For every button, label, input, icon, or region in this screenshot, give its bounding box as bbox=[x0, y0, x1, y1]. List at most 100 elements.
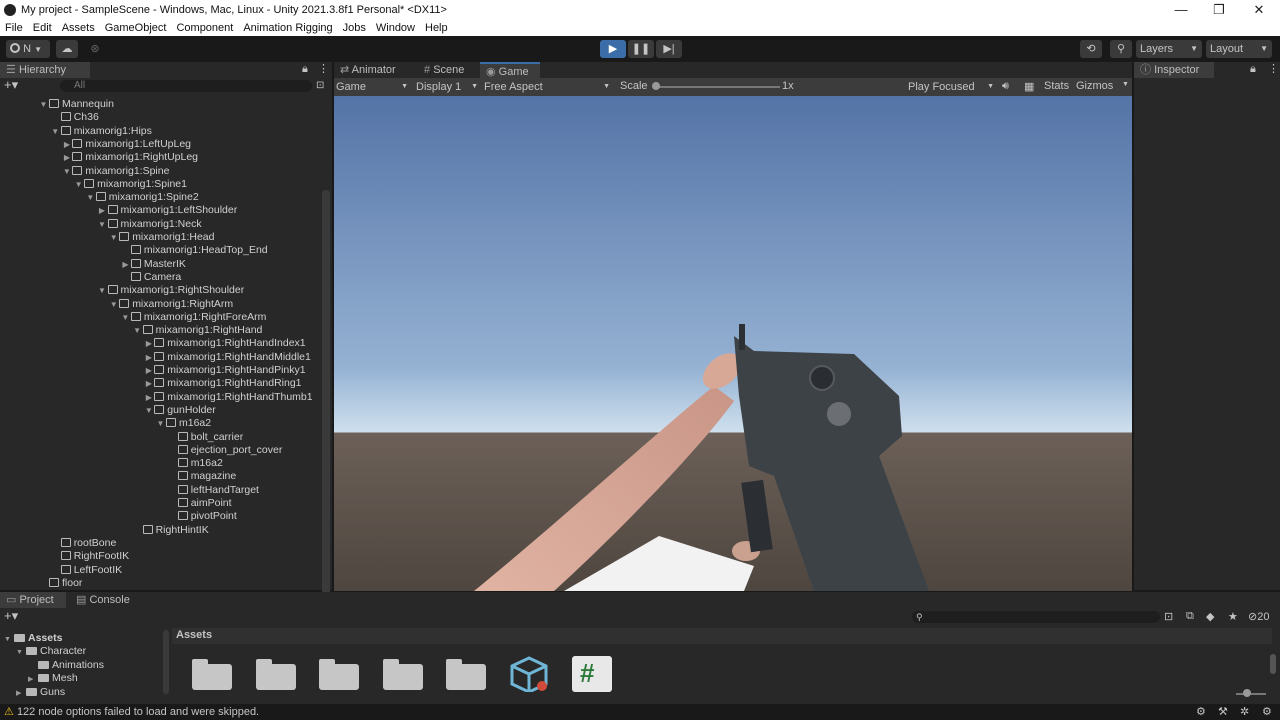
hierarchy-item[interactable]: ▼ mixamorig1:Spine1 bbox=[73, 178, 187, 191]
breadcrumb[interactable]: Assets bbox=[176, 629, 212, 641]
project-tree-item[interactable]: ▼ Character bbox=[16, 645, 86, 658]
pause-button[interactable]: ❚❚ bbox=[628, 40, 654, 58]
collapse-arrow-icon[interactable]: ▶ bbox=[61, 138, 72, 151]
tab-hierarchy[interactable]: ☰ Hierarchy bbox=[0, 62, 90, 78]
hierarchy-item[interactable]: ▼ mixamorig1:Head bbox=[108, 231, 215, 244]
menu-edit[interactable]: Edit bbox=[28, 22, 57, 34]
hierarchy-item[interactable]: RightFootIK bbox=[50, 550, 129, 563]
filter-type-icon[interactable]: ⊡ bbox=[1164, 610, 1173, 623]
hierarchy-search-input[interactable]: All bbox=[60, 80, 312, 92]
hidden-packages-button[interactable]: ⊘20 bbox=[1248, 610, 1269, 623]
menu-file[interactable]: File bbox=[0, 22, 28, 34]
expand-arrow-icon[interactable]: ▼ bbox=[120, 311, 131, 324]
hierarchy-item[interactable]: Camera bbox=[120, 271, 181, 284]
expand-arrow-icon[interactable]: ▼ bbox=[97, 218, 108, 231]
cloud-button[interactable]: ☁ bbox=[56, 40, 78, 58]
tab-console[interactable]: ▤ Console bbox=[70, 592, 140, 608]
icon-size-slider-handle[interactable] bbox=[1243, 689, 1251, 697]
expand-arrow-icon[interactable]: ▼ bbox=[108, 231, 119, 244]
minimize-button[interactable]: — bbox=[1160, 0, 1202, 20]
hierarchy-item[interactable]: bolt_carrier bbox=[167, 431, 243, 444]
project-tree-scrollbar[interactable] bbox=[163, 630, 169, 694]
lock-icon[interactable]: 🔒︎ bbox=[1250, 63, 1256, 76]
stats-button[interactable]: Stats bbox=[1044, 80, 1069, 92]
aspect-dropdown[interactable]: Free Aspect ▼ bbox=[484, 79, 610, 95]
account-dropdown[interactable]: N ▼ bbox=[6, 40, 50, 58]
speaker-icon[interactable]: 🔊︎ bbox=[1002, 80, 1009, 93]
tab-game[interactable]: ◉ Game bbox=[480, 62, 540, 78]
hierarchy-item[interactable]: ▶ mixamorig1:RightHandThumb1 bbox=[143, 391, 313, 404]
asset-folder-icon[interactable] bbox=[256, 659, 296, 690]
project-tree-item[interactable]: ▶ Guns bbox=[16, 686, 65, 699]
play-button[interactable]: ▶ bbox=[600, 40, 626, 58]
hierarchy-item[interactable]: rootBone bbox=[50, 537, 116, 550]
project-tree-item[interactable]: ▼ Assets bbox=[4, 632, 62, 645]
game-mode-dropdown[interactable]: Game ▼ bbox=[336, 79, 410, 95]
more-icon[interactable]: ⋮ bbox=[1268, 62, 1279, 75]
hierarchy-item[interactable]: ▶ MasterIK bbox=[120, 258, 186, 271]
expand-arrow-icon[interactable]: ▼ bbox=[73, 178, 84, 191]
hierarchy-item[interactable]: leftHandTarget bbox=[167, 484, 259, 497]
menu-window[interactable]: Window bbox=[371, 22, 420, 34]
expand-arrow-icon[interactable]: ▼ bbox=[85, 191, 96, 204]
expand-arrow-icon[interactable]: ▼ bbox=[108, 298, 119, 311]
expand-arrow-icon[interactable]: ▼ bbox=[38, 98, 49, 111]
hierarchy-item[interactable]: ▶ mixamorig1:LeftShoulder bbox=[97, 204, 237, 217]
hierarchy-item[interactable]: LeftFootIK bbox=[50, 564, 122, 577]
close-button[interactable]: ✕ bbox=[1238, 0, 1280, 20]
collapse-arrow-icon[interactable]: ▶ bbox=[143, 391, 154, 404]
project-search-input[interactable]: ⚲ bbox=[912, 611, 1160, 623]
expand-arrow-icon[interactable]: ▼ bbox=[16, 646, 26, 659]
search-filter-icon[interactable]: ⊡ bbox=[316, 80, 324, 91]
hierarchy-item[interactable]: pivotPoint bbox=[167, 510, 237, 523]
more-icon[interactable]: ⋮ bbox=[318, 62, 329, 75]
hierarchy-item[interactable]: ▼ mixamorig1:RightShoulder bbox=[97, 284, 244, 297]
hierarchy-item[interactable]: ▼ mixamorig1:Spine bbox=[61, 165, 170, 178]
hierarchy-item[interactable]: floor bbox=[38, 577, 82, 590]
hierarchy-item[interactable]: ▼ mixamorig1:Spine2 bbox=[85, 191, 198, 204]
prefab-asset-icon[interactable] bbox=[510, 656, 548, 694]
csharp-script-icon[interactable]: # bbox=[572, 656, 612, 692]
search-button[interactable]: ⚲ bbox=[1110, 40, 1132, 58]
hierarchy-item[interactable]: magazine bbox=[167, 470, 236, 483]
menu-gameobject[interactable]: GameObject bbox=[100, 22, 172, 34]
expand-arrow-icon[interactable]: ▼ bbox=[97, 284, 108, 297]
maximize-button[interactable]: ❐ bbox=[1198, 0, 1240, 20]
layout-dropdown[interactable]: Layout ▼ bbox=[1206, 40, 1272, 58]
keyboard-icon[interactable]: ▦ bbox=[1024, 80, 1034, 93]
favorite-star-icon[interactable]: ★ bbox=[1228, 610, 1238, 623]
tab-animator[interactable]: ⇄ Animator bbox=[334, 62, 414, 78]
history-button[interactable]: ⟲ bbox=[1080, 40, 1102, 58]
create-button[interactable]: +▾ bbox=[4, 609, 18, 622]
filter-label-icon[interactable]: ⧉ bbox=[1186, 610, 1194, 623]
bug-icon[interactable]: ✲ bbox=[1240, 704, 1249, 720]
expand-arrow-icon[interactable]: ▼ bbox=[50, 125, 61, 138]
tab-scene[interactable]: # Scene bbox=[418, 62, 480, 78]
expand-arrow-icon[interactable]: ▶ bbox=[16, 687, 26, 700]
expand-arrow-icon[interactable]: ▼ bbox=[61, 165, 72, 178]
asset-folder-icon[interactable] bbox=[192, 659, 232, 690]
hierarchy-item[interactable]: mixamorig1:HeadTop_End bbox=[120, 244, 268, 257]
collapse-arrow-icon[interactable]: ▶ bbox=[143, 364, 154, 377]
scale-slider-handle[interactable] bbox=[652, 82, 660, 90]
hierarchy-item[interactable]: ▶ mixamorig1:RightHandIndex1 bbox=[143, 337, 306, 350]
hierarchy-item[interactable]: ▼ Mannequin bbox=[38, 98, 114, 111]
icon-size-slider[interactable] bbox=[1236, 693, 1266, 695]
menu-jobs[interactable]: Jobs bbox=[338, 22, 371, 34]
tab-inspector[interactable]: ⓘ Inspector bbox=[1134, 62, 1214, 78]
asset-folder-icon[interactable] bbox=[319, 659, 359, 690]
hierarchy-item[interactable]: ejection_port_cover bbox=[167, 444, 282, 457]
collab-button[interactable]: ⊛ bbox=[84, 40, 106, 58]
menu-component[interactable]: Component bbox=[171, 22, 238, 34]
expand-arrow-icon[interactable]: ▼ bbox=[155, 417, 166, 430]
menu-animation-rigging[interactable]: Animation Rigging bbox=[238, 22, 337, 34]
debug-icon[interactable]: ⚒ bbox=[1218, 704, 1228, 720]
hierarchy-item[interactable]: ▶ mixamorig1:LeftUpLeg bbox=[61, 138, 191, 151]
project-tree-item[interactable]: ▶ Mesh bbox=[28, 672, 78, 685]
asset-folder-icon[interactable] bbox=[383, 659, 423, 690]
hierarchy-item[interactable]: ▶ mixamorig1:RightHandRing1 bbox=[143, 377, 302, 390]
menu-help[interactable]: Help bbox=[420, 22, 453, 34]
chevron-down-icon[interactable]: ▼ bbox=[1122, 81, 1129, 88]
hierarchy-item[interactable]: ▶ mixamorig1:RightUpLeg bbox=[61, 151, 198, 164]
assets-scrollbar[interactable] bbox=[1270, 654, 1276, 674]
